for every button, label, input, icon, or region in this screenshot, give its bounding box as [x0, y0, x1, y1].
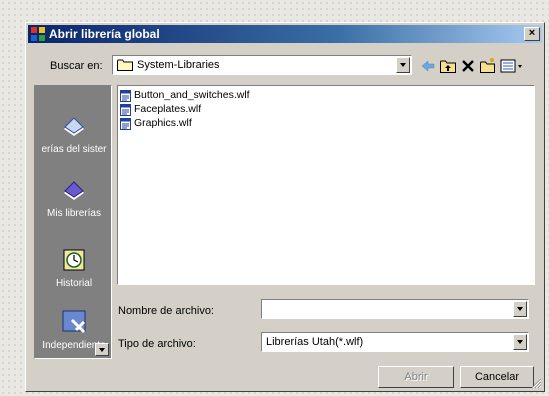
app-icon: [31, 27, 45, 41]
folder-icon: [117, 59, 133, 71]
filetype-dropdown-button[interactable]: [513, 334, 527, 350]
history-icon: [63, 249, 85, 271]
filetype-label: Tipo de archivo:: [118, 338, 196, 350]
close-icon: ×: [528, 27, 536, 39]
look-in-dropdown-button[interactable]: [396, 57, 410, 73]
file-name: Faceplates.wlf: [134, 103, 202, 115]
title-bar[interactable]: Abrir librería global ×: [28, 25, 542, 43]
place-label: erías del sister: [41, 144, 107, 155]
delete-icon[interactable]: [459, 57, 477, 75]
network-icon: [62, 310, 86, 334]
view-menu-icon[interactable]: [499, 57, 525, 75]
place-my-libraries[interactable]: Mis librerías: [35, 176, 111, 219]
dialog-title: Abrir librería global: [49, 27, 160, 41]
places-scroll-down-button[interactable]: [95, 343, 109, 356]
wlf-file-icon: [120, 104, 131, 116]
filename-input[interactable]: [261, 299, 529, 319]
open-library-dialog: Abrir librería global × Buscar en: Syste…: [25, 22, 545, 392]
filename-dropdown-button[interactable]: [513, 301, 527, 317]
new-folder-icon[interactable]: [479, 57, 497, 75]
filename-label: Nombre de archivo:: [118, 305, 214, 317]
book-icon: [64, 117, 84, 136]
places-bar: erías del sister Mis librerías Historial…: [34, 85, 112, 359]
back-arrow-icon[interactable]: [419, 57, 437, 75]
filetype-dropdown[interactable]: Librerías Utah(*.wlf): [261, 332, 529, 352]
open-button[interactable]: Abrir: [378, 366, 454, 388]
wlf-file-icon: [120, 90, 131, 102]
book-icon: [64, 181, 84, 200]
file-name: Button_and_switches.wlf: [134, 89, 250, 101]
file-name: Graphics.wlf: [134, 117, 192, 129]
look-in-value: System-Libraries: [137, 59, 220, 71]
file-list[interactable]: Button_and_switches.wlf Faceplates.wlf G…: [117, 85, 535, 285]
wlf-file-icon: [120, 118, 131, 130]
designer-canvas: { "dialog": { "title": "Abrir librería g…: [0, 0, 549, 396]
look-in-dropdown[interactable]: System-Libraries: [112, 55, 412, 75]
up-folder-icon[interactable]: [439, 57, 457, 75]
place-history[interactable]: Historial: [35, 246, 111, 289]
resize-grip-icon[interactable]: [530, 377, 542, 389]
place-label: Historial: [55, 278, 93, 289]
place-system-libraries[interactable]: erías del sister: [35, 112, 111, 155]
look-in-label: Buscar en:: [50, 60, 103, 72]
filetype-value: Librerías Utah(*.wlf): [266, 336, 364, 348]
close-button[interactable]: ×: [524, 27, 540, 41]
place-label: Mis librerías: [47, 208, 101, 219]
cancel-button[interactable]: Cancelar: [460, 366, 534, 388]
